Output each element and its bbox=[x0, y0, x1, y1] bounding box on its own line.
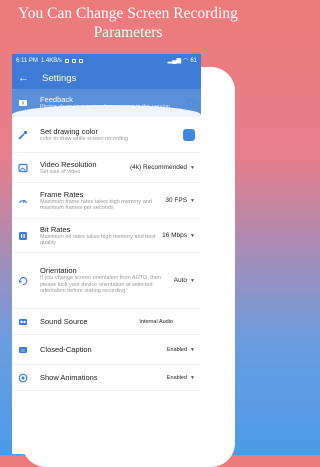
setting-title: Bit Rates bbox=[40, 224, 71, 234]
frame-rate-dropdown[interactable]: 30 FPS ▼ bbox=[165, 197, 195, 204]
setting-title: Closed-Caption bbox=[40, 345, 92, 354]
setting-drawing-color[interactable]: Set drawing color color to draw while sc… bbox=[12, 117, 201, 153]
status-time: 6:11 PM bbox=[16, 57, 38, 64]
setting-subtitle: Maximum bit rates takes high memory and … bbox=[40, 233, 156, 247]
setting-title: Feedback bbox=[40, 95, 73, 105]
chevron-down-icon: ▼ bbox=[190, 277, 195, 284]
wifi-icon: ◠ bbox=[183, 58, 189, 64]
notification-icon bbox=[71, 58, 76, 63]
page-title: Settings bbox=[42, 72, 77, 84]
speedometer-icon bbox=[18, 196, 28, 206]
notification-icon bbox=[64, 58, 69, 63]
image-icon bbox=[18, 163, 28, 173]
animation-icon bbox=[18, 373, 28, 383]
setting-title: Frame Rates bbox=[40, 189, 84, 199]
setting-orientation[interactable]: Orientation If you change screen orienta… bbox=[12, 253, 201, 309]
dropdown-value: (4k) Recommended bbox=[129, 164, 188, 171]
status-speed: 1.4KB/s bbox=[40, 57, 62, 64]
headline-line-2: Parameters bbox=[93, 24, 163, 41]
setting-subtitle: If you change screen orientation from AU… bbox=[40, 275, 161, 295]
chevron-down-icon: ▼ bbox=[190, 374, 195, 381]
setting-title: Video Resolution bbox=[40, 159, 97, 169]
dropdown-value: 16 Mbps bbox=[162, 232, 188, 239]
headline-line-1: You Can Change Screen Recording bbox=[18, 5, 238, 22]
rotate-icon bbox=[18, 276, 28, 286]
cc-icon: cc bbox=[18, 345, 28, 355]
setting-title: Show Animations bbox=[40, 373, 98, 382]
back-arrow-icon[interactable]: ← bbox=[18, 72, 34, 84]
setting-feedback[interactable]: Feedback Please share your suggestion or… bbox=[12, 89, 201, 117]
phone-screen: 6:11 PM 1.4KB/s ▂▄▆ ◠ 61 ← Settings Feed… bbox=[12, 54, 201, 454]
setting-title: Sound Source bbox=[40, 317, 88, 326]
orientation-dropdown[interactable]: Auto ▼ bbox=[174, 277, 195, 284]
setting-show-animations[interactable]: Show Animations Enabled ▼ bbox=[12, 365, 201, 391]
headline: You Can Change Screen Recording Paramete… bbox=[0, 4, 256, 42]
setting-video-resolution[interactable]: Video Resolution Set size of video (4k) … bbox=[12, 153, 201, 183]
chevron-down-icon: ▼ bbox=[190, 197, 195, 204]
color-swatch[interactable] bbox=[183, 128, 195, 141]
show-animations-dropdown[interactable]: Enabled ▼ bbox=[167, 375, 195, 381]
sound-source-dropdown[interactable]: Internal Audio bbox=[139, 319, 173, 325]
setting-subtitle: Set size of video bbox=[40, 168, 81, 175]
setting-sound-source[interactable]: Sound Source Internal Audio bbox=[12, 309, 201, 335]
dropdown-value: 30 FPS bbox=[165, 197, 188, 204]
dropdown-value: Auto bbox=[173, 277, 188, 284]
feedback-toggle[interactable] bbox=[187, 99, 195, 107]
speaker-icon bbox=[18, 317, 28, 327]
battery-level: 61 bbox=[190, 57, 197, 64]
setting-subtitle: Maximum frame rates takes high memory an… bbox=[40, 198, 152, 212]
setting-closed-caption[interactable]: cc Closed-Caption Enabled ▼ bbox=[12, 335, 201, 365]
resolution-dropdown[interactable]: (4k) Recommended ▼ bbox=[130, 164, 195, 171]
chevron-down-icon: ▼ bbox=[190, 232, 195, 239]
notification-icon bbox=[78, 58, 83, 63]
svg-text:cc: cc bbox=[21, 347, 25, 352]
setting-title: Set drawing color bbox=[40, 126, 98, 136]
chevron-down-icon: ▼ bbox=[190, 346, 195, 353]
feedback-icon bbox=[18, 98, 28, 108]
closed-caption-dropdown[interactable]: Enabled ▼ bbox=[167, 347, 195, 353]
setting-bit-rates[interactable]: Bit Rates Maximum bit rates takes high m… bbox=[12, 219, 201, 253]
setting-subtitle: Please share your suggestion or errors i… bbox=[40, 104, 170, 111]
app-bar: ← Settings bbox=[12, 67, 201, 89]
bitrate-icon bbox=[18, 231, 28, 241]
bit-rate-dropdown[interactable]: 16 Mbps ▼ bbox=[162, 232, 195, 239]
setting-frame-rates[interactable]: Frame Rates Maximum frame rates takes hi… bbox=[12, 183, 201, 219]
chevron-down-icon: ▼ bbox=[190, 164, 195, 171]
setting-title: Orientation bbox=[40, 266, 77, 276]
setting-subtitle: color to draw while screen recording bbox=[40, 135, 129, 142]
palette-icon bbox=[18, 130, 28, 140]
signal-icon: ▂▄▆ bbox=[167, 58, 182, 64]
dropdown-value: Internal Audio bbox=[139, 318, 173, 325]
status-bar: 6:11 PM 1.4KB/s ▂▄▆ ◠ 61 bbox=[12, 54, 201, 67]
dropdown-value: Enabled bbox=[166, 374, 188, 381]
dropdown-value: Enabled bbox=[166, 346, 188, 353]
